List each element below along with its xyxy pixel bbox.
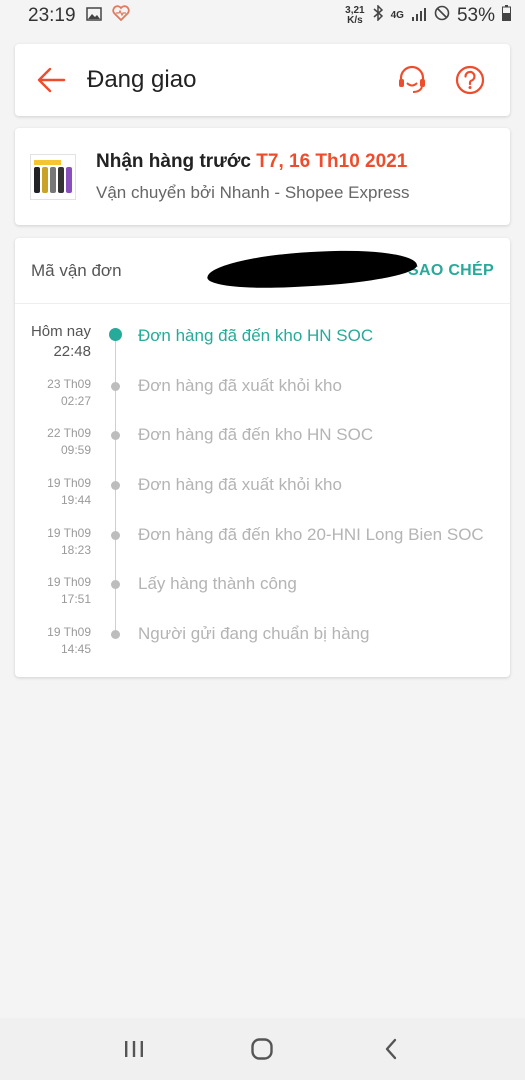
event-time: 19:44 <box>60 493 91 508</box>
event-description: Đơn hàng đã đến kho HN SOC <box>138 425 374 445</box>
chevron-left-icon <box>385 1038 397 1060</box>
health-heart-icon <box>111 5 130 27</box>
network-speed: 3,21 K/s <box>345 6 364 26</box>
event-description: Lấy hàng thành công <box>138 574 297 594</box>
tracking-timeline: Hôm nay 22:48 Đơn hàng đã đến kho HN SOC … <box>15 304 510 674</box>
event-description: Đơn hàng đã xuất khỏi kho <box>138 375 342 395</box>
home-button[interactable] <box>242 1029 282 1069</box>
event-time: 18:23 <box>60 542 91 557</box>
recent-apps-icon <box>125 1041 144 1057</box>
recent-apps-button[interactable] <box>114 1029 154 1069</box>
timeline-dot <box>111 431 120 441</box>
event-time: 22:48 <box>53 343 91 360</box>
bluetooth-icon <box>372 4 384 27</box>
clock: 23:19 <box>28 5 76 26</box>
event-date: 19 Th09 <box>47 625 91 640</box>
timeline-event: 22 Th09 09:59 Đơn hàng đã đến kho HN SOC <box>15 425 510 475</box>
help-button[interactable] <box>450 60 490 100</box>
event-date: 19 Th09 <box>47 525 91 540</box>
page-title: Đang giao <box>87 66 197 93</box>
product-thumbnail <box>30 153 76 200</box>
timeline-event: 19 Th09 17:51 Lấy hàng thành công <box>15 574 510 624</box>
event-description: Đơn hàng đã xuất khỏi kho <box>138 475 342 495</box>
tracking-number-label: Mã vận đơn <box>31 260 122 280</box>
timeline-event: 19 Th09 19:44 Đơn hàng đã xuất khỏi kho <box>15 475 510 525</box>
delivery-prefix: Nhận hàng trước <box>96 150 257 172</box>
redacted-tracking-number <box>206 246 418 292</box>
timeline-event: 19 Th09 18:23 Đơn hàng đã đến kho 20-HNI … <box>15 525 510 575</box>
image-icon <box>85 5 102 27</box>
event-date: 19 Th09 <box>47 575 91 590</box>
delivery-date: T7, 16 Th10 2021 <box>256 150 408 172</box>
carrier-info: Vận chuyển bởi Nhanh - Shopee Express <box>96 182 410 202</box>
timeline-dot <box>111 481 120 491</box>
event-description: Người gửi đang chuẩn bị hàng <box>138 624 370 644</box>
app-header: Đang giao <box>15 44 510 116</box>
arrow-left-icon <box>37 67 66 93</box>
status-bar: 23:19 3,21 K/s 4G 53% <box>0 0 525 32</box>
home-icon <box>251 1038 274 1060</box>
timeline-dot <box>111 630 120 640</box>
do-not-disturb-icon <box>434 5 450 27</box>
network-type: 4G <box>390 10 404 21</box>
event-time: 02:27 <box>60 393 91 408</box>
timeline-dot-active <box>109 328 122 341</box>
event-date: Hôm nay <box>30 323 91 340</box>
copy-button[interactable]: SAO CHÉP <box>408 262 494 280</box>
timeline-dot <box>111 580 120 590</box>
timeline-event: Hôm nay 22:48 Đơn hàng đã đến kho HN SOC <box>15 323 510 376</box>
event-time: 09:59 <box>60 443 91 458</box>
timeline-event: 19 Th09 14:45 Người gửi đang chuẩn bị hàn… <box>15 624 510 674</box>
system-navigation-bar <box>0 1018 525 1080</box>
battery-level: 53% <box>456 5 495 26</box>
event-description: Đơn hàng đã đến kho 20-HNI Long Bien SOC <box>138 524 484 544</box>
event-date: 19 Th09 <box>47 476 91 491</box>
timeline-dot <box>111 530 120 540</box>
back-button[interactable] <box>21 44 81 116</box>
event-date: 22 Th09 <box>47 426 91 441</box>
support-button[interactable] <box>392 60 432 100</box>
event-time: 17:51 <box>60 592 91 607</box>
event-date: 23 Th09 <box>47 376 91 391</box>
event-description: Đơn hàng đã đến kho HN SOC <box>138 326 374 345</box>
speed-unit: K/s <box>347 15 363 26</box>
timeline-dot <box>111 381 120 391</box>
tracking-card: Mã vận đơn SAO CHÉP Hôm nay 22:48 Đơn hàn… <box>15 238 510 677</box>
system-back-button[interactable] <box>371 1029 411 1069</box>
battery-icon <box>502 5 511 27</box>
signal-icon <box>411 5 427 27</box>
delivery-card: Nhận hàng trước T7, 16 Th10 2021 Vận chu… <box>15 128 510 225</box>
headset-icon <box>399 65 425 93</box>
delivery-estimate: Nhận hàng trước T7, 16 Th10 2021 <box>96 151 410 173</box>
timeline-event: 23 Th09 02:27 Đơn hàng đã xuất khỏi kho <box>15 376 510 426</box>
event-time: 14:45 <box>60 642 91 657</box>
question-circle-icon <box>455 65 485 95</box>
